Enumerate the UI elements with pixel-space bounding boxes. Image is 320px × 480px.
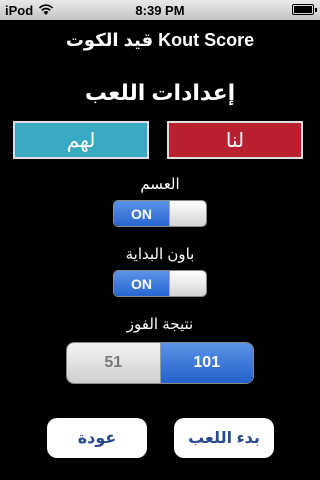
battery-icon bbox=[292, 4, 317, 15]
win-score-option-51[interactable]: 51 bbox=[67, 343, 161, 383]
option-label-1: العسم bbox=[140, 176, 180, 193]
toggle-knob bbox=[169, 271, 206, 296]
option-label-2: باون البداية bbox=[125, 246, 195, 263]
toggle-on-label: ON bbox=[114, 201, 169, 226]
status-bar: iPod 8:39 PM bbox=[0, 0, 320, 20]
option-toggle-1[interactable]: ON bbox=[113, 200, 207, 227]
option-toggle-2[interactable]: ON bbox=[113, 270, 207, 297]
team-them-button[interactable]: لهم bbox=[13, 121, 149, 159]
win-score-label: نتيجة الفوز bbox=[126, 316, 194, 333]
start-game-button[interactable]: بدء اللعب bbox=[174, 418, 274, 458]
win-score-segmented-control[interactable]: 51 101 bbox=[66, 342, 254, 384]
back-button[interactable]: عودة bbox=[47, 418, 147, 458]
toggle-on-label: ON bbox=[114, 271, 169, 296]
settings-heading: إعدادات اللعب bbox=[84, 80, 236, 105]
status-time: 8:39 PM bbox=[135, 3, 185, 18]
app-title: قيد الكوت Kout Score bbox=[65, 30, 255, 50]
team-us-button[interactable]: لنا bbox=[167, 121, 303, 159]
win-score-option-101[interactable]: 101 bbox=[160, 343, 253, 383]
toggle-knob bbox=[169, 201, 206, 226]
